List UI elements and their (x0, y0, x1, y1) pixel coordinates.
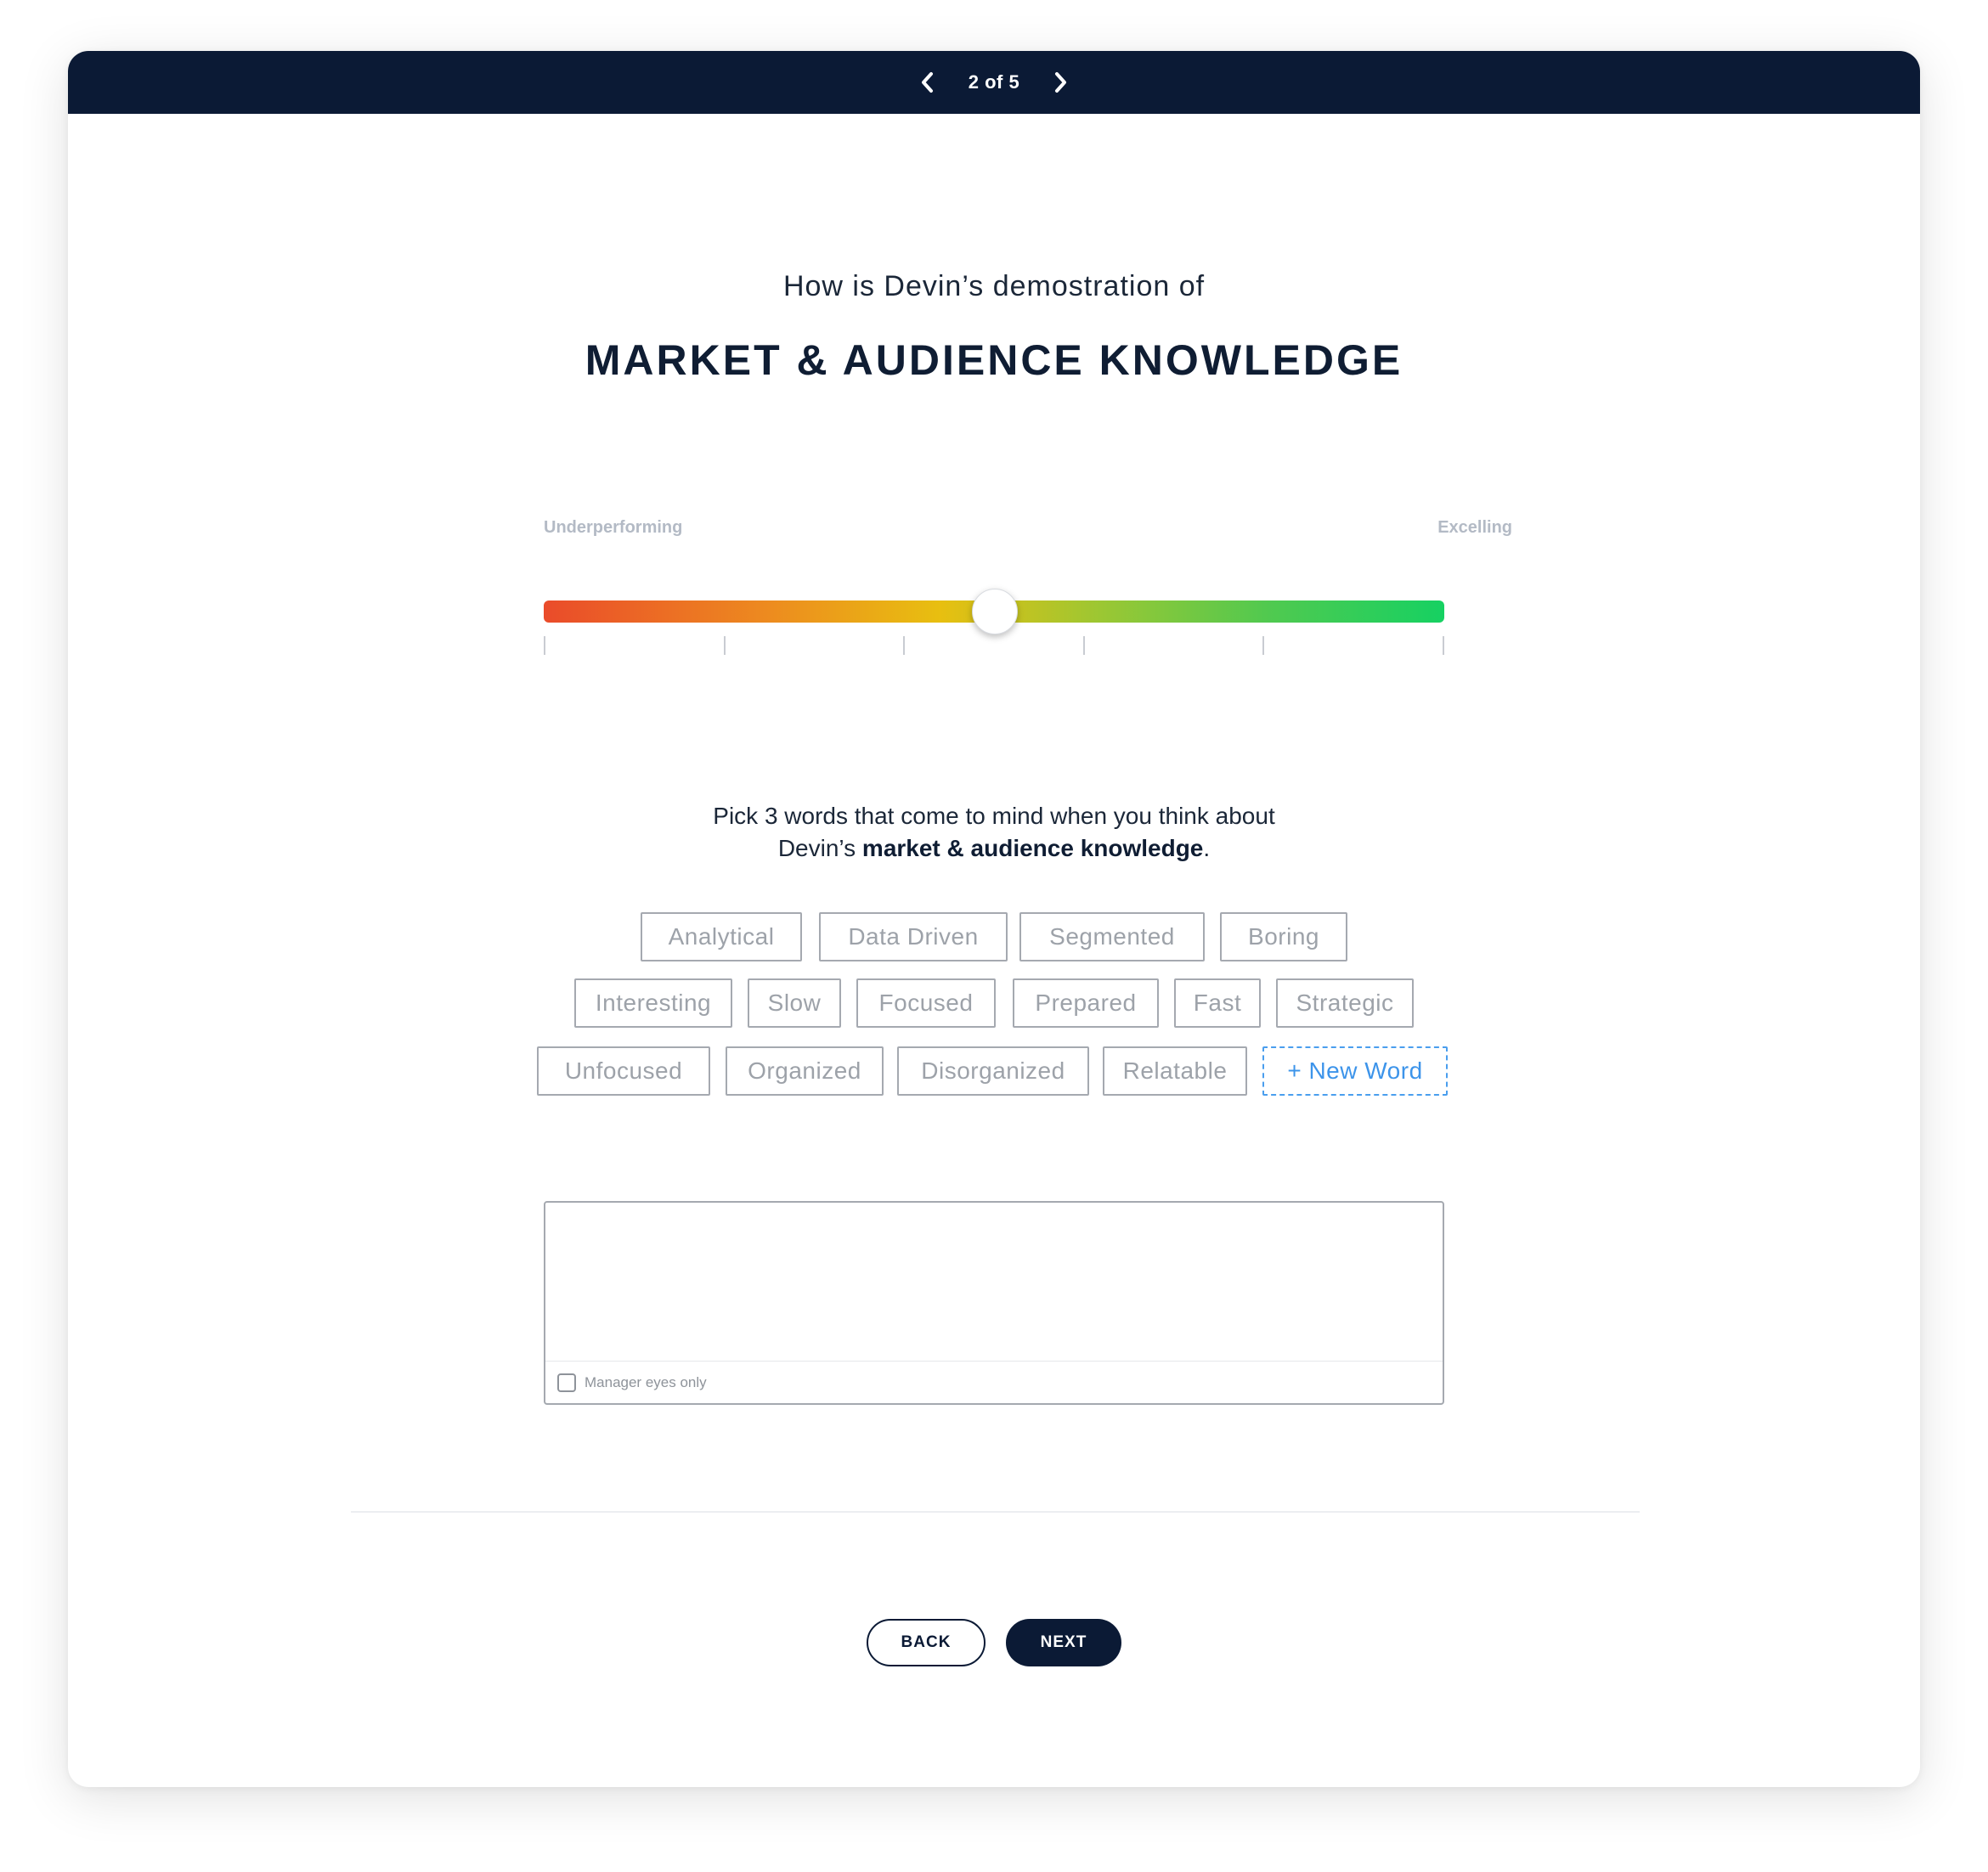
manager-eyes-only-label: Manager eyes only (585, 1373, 707, 1390)
prompt-line-1: Pick 3 words that come to mind when you … (713, 803, 1275, 829)
word-chip[interactable]: Fast (1174, 978, 1261, 1028)
word-chip[interactable]: Interesting (574, 978, 732, 1028)
question-intro: How is Devin’s demostration of (782, 270, 1206, 302)
word-chip[interactable]: Relatable (1103, 1046, 1247, 1096)
scale-max-label: Excelling (1437, 518, 1512, 537)
rating-tick (1443, 636, 1444, 655)
prompt-line-2-suffix: . (1203, 835, 1211, 861)
prompt-competency: market & audience knowledge (861, 835, 1204, 861)
chevron-left-icon (921, 72, 933, 93)
rating-tick (1083, 636, 1085, 655)
chevron-right-icon (1055, 72, 1067, 93)
next-button[interactable]: NEXT (1006, 1619, 1121, 1666)
top-navigation-bar: 2 of 5 (68, 51, 1920, 114)
word-chip[interactable]: Focused (856, 978, 996, 1028)
rating-tick (544, 636, 545, 655)
comment-box: Manager eyes only (544, 1201, 1444, 1405)
scale-min-label: Underperforming (544, 518, 683, 537)
word-chip[interactable]: Data Driven (819, 912, 1008, 961)
rating-tick (724, 636, 726, 655)
rating-slider-track[interactable] (544, 589, 1444, 634)
new-word-button[interactable]: + New Word (1262, 1046, 1448, 1096)
previous-button[interactable] (914, 70, 940, 95)
app-window: 2 of 5 How is Devin’s demostration of MA… (68, 51, 1920, 1787)
next-page-button[interactable] (1048, 70, 1074, 95)
rating-tick (1262, 636, 1264, 655)
word-chip[interactable]: Boring (1220, 912, 1347, 961)
prompt-line-2: Devin’s market & audience knowledge. (68, 832, 1920, 865)
word-chip[interactable]: Analytical (641, 912, 802, 961)
pager-indicator: 2 of 5 (968, 71, 1020, 93)
word-prompt: Pick 3 words that come to mind when you … (68, 800, 1920, 865)
word-chip[interactable]: Organized (726, 1046, 884, 1096)
manager-eyes-only-checkbox[interactable] (557, 1373, 576, 1392)
comment-textarea[interactable] (545, 1203, 1443, 1362)
word-chip[interactable]: Segmented (1019, 912, 1205, 961)
rating-slider-thumb[interactable] (972, 589, 1018, 634)
prompt-line-2-prefix: Devin’s (777, 835, 862, 861)
competency-heading: MARKET & AUDIENCE KNOWLEDGE (585, 336, 1403, 384)
word-chip[interactable]: Disorganized (897, 1046, 1089, 1096)
rating-tick (903, 636, 905, 655)
comment-footer: Manager eyes only (545, 1361, 1443, 1403)
word-chip[interactable]: Slow (748, 978, 841, 1028)
word-chip[interactable]: Unfocused (537, 1046, 710, 1096)
back-button[interactable]: BACK (867, 1619, 986, 1666)
word-chip[interactable]: Strategic (1276, 978, 1414, 1028)
section-divider (351, 1511, 1640, 1513)
word-chip[interactable]: Prepared (1013, 978, 1159, 1028)
